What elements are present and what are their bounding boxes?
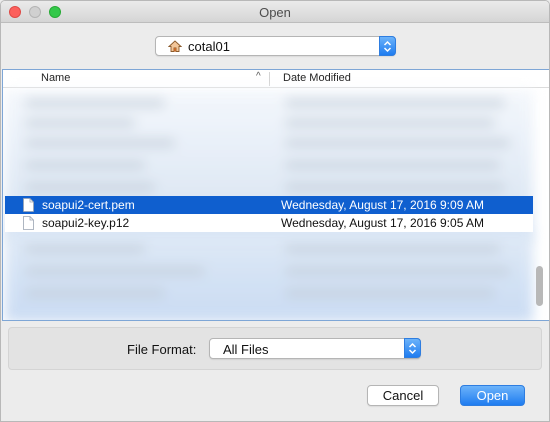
file-date: Wednesday, August 17, 2016 9:05 AM <box>281 216 485 230</box>
file-format-stepper-icon[interactable] <box>404 338 421 358</box>
file-name: soapui2-cert.pem <box>42 198 135 212</box>
file-name: soapui2-key.p12 <box>42 216 130 230</box>
file-format-label: File Format: <box>127 342 197 357</box>
sort-ascending-icon[interactable]: ^ <box>256 71 261 82</box>
file-row-soapui2-key[interactable]: soapui2-key.p12 Wednesday, August 17, 20… <box>5 214 533 232</box>
window-title: Open <box>259 5 291 20</box>
date-modified-column-header[interactable]: Date Modified <box>283 72 351 84</box>
file-date: Wednesday, August 17, 2016 9:09 AM <box>281 198 485 212</box>
open-dialog: Open cotal01 Name ^ Date Modified soapui… <box>0 0 550 422</box>
file-browser[interactable]: Name ^ Date Modified soapui2-cert.pem We… <box>2 69 549 321</box>
cancel-button[interactable]: Cancel <box>367 385 439 406</box>
column-divider[interactable] <box>269 72 270 86</box>
file-format-select[interactable]: All Files <box>209 338 421 359</box>
file-row-soapui2-cert[interactable]: soapui2-cert.pem Wednesday, August 17, 2… <box>5 196 533 214</box>
document-icon <box>23 198 34 212</box>
blurred-files-area <box>5 232 533 320</box>
home-icon <box>168 40 182 52</box>
location-popup[interactable]: cotal01 <box>155 36 396 56</box>
file-format-value: All Files <box>223 342 269 357</box>
name-column-header[interactable]: Name <box>41 72 70 84</box>
column-header: Name ^ Date Modified <box>3 70 549 88</box>
location-label: cotal01 <box>188 39 230 54</box>
open-button[interactable]: Open <box>460 385 525 406</box>
vertical-scrollbar[interactable] <box>536 266 543 306</box>
location-stepper-icon[interactable] <box>379 36 396 56</box>
options-panel: File Format: All Files <box>8 327 542 370</box>
document-icon <box>23 216 34 230</box>
title-bar: Open <box>1 1 549 23</box>
